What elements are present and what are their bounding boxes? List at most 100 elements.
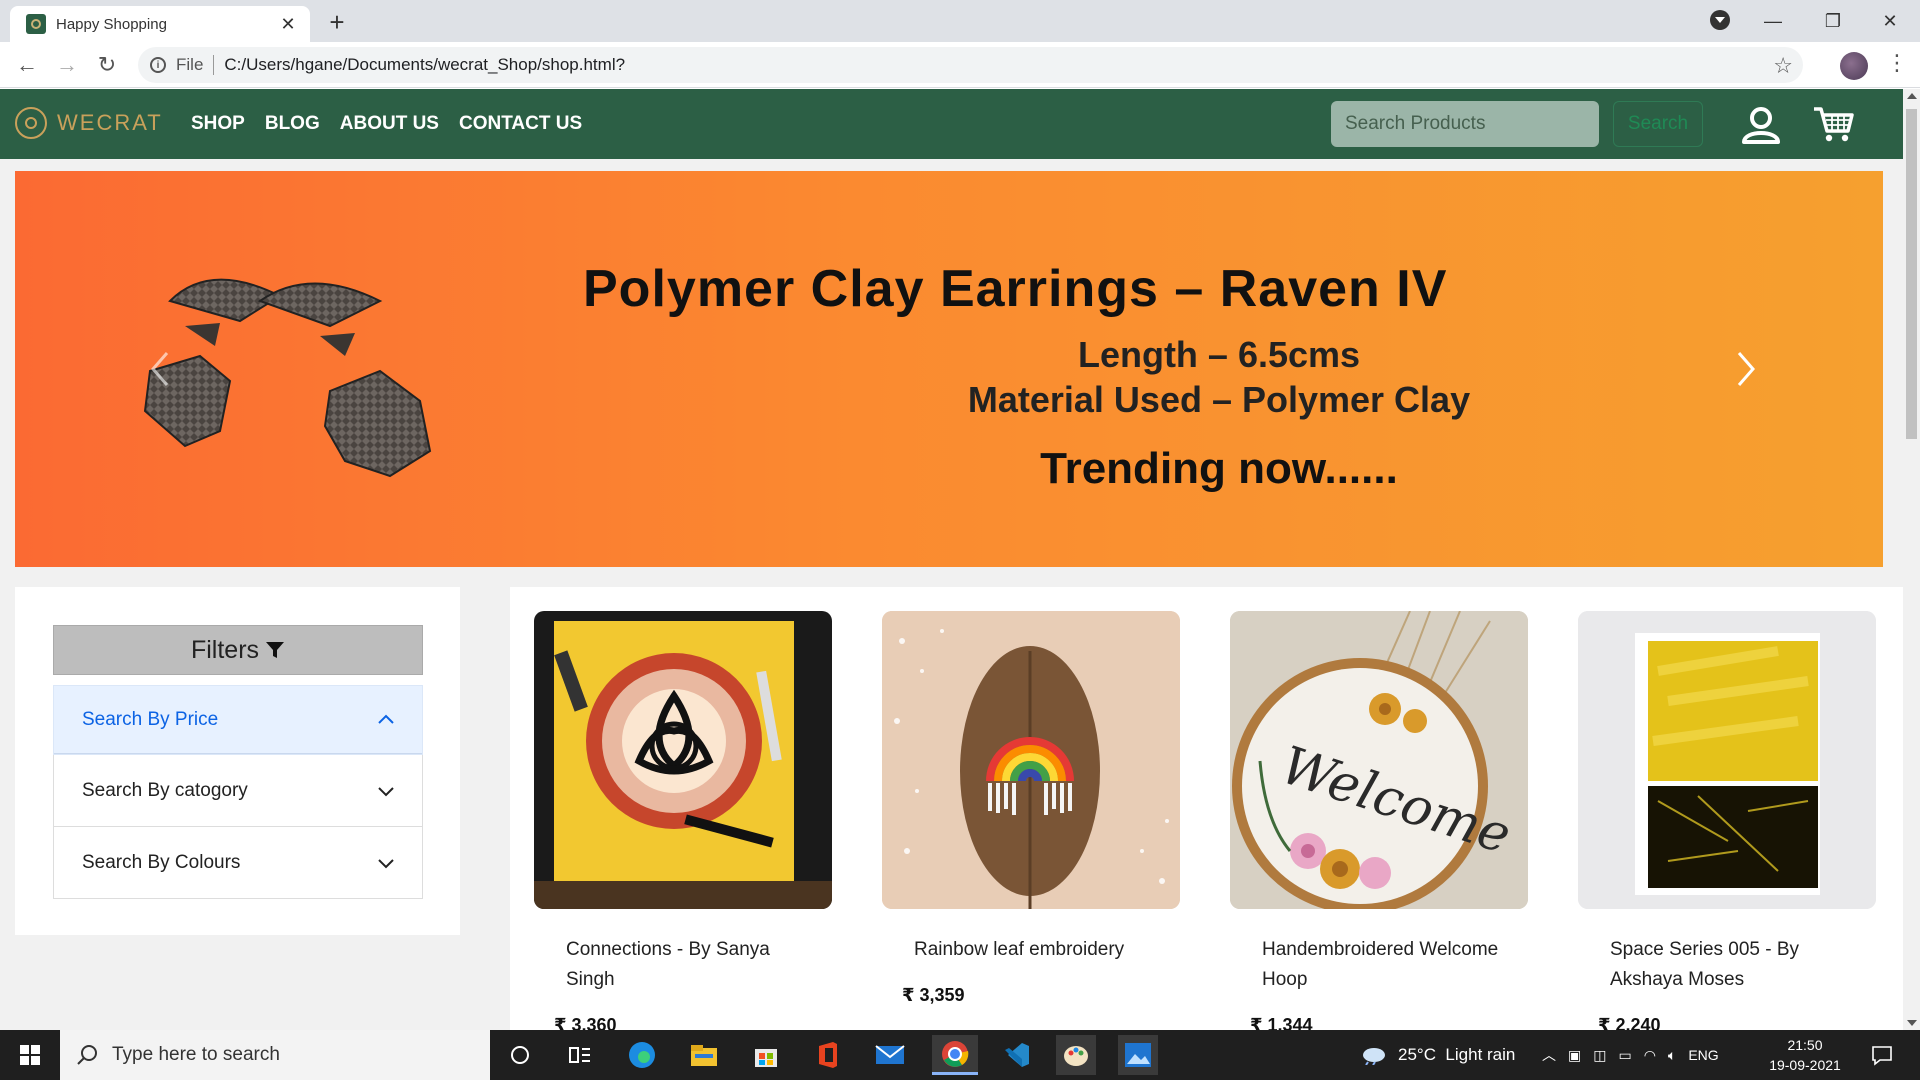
scroll-thumb[interactable] [1906, 109, 1917, 439]
browser-toolbar: ← → ↻ i File C:/Users/hgane/Documents/we… [0, 42, 1920, 88]
product-name[interactable]: Space Series 005 - By Akshaya Moses [1578, 935, 1876, 995]
weather-widget[interactable]: 25°C Light rain [1360, 1030, 1515, 1080]
action-center-icon[interactable] [1862, 1035, 1902, 1075]
window-close-icon[interactable]: ✕ [1862, 0, 1918, 42]
file-explorer-icon[interactable] [684, 1035, 724, 1075]
user-account-icon[interactable] [1741, 106, 1781, 144]
carousel-next-icon[interactable] [1731, 349, 1761, 389]
start-button[interactable] [0, 1030, 60, 1080]
scroll-up-icon[interactable] [1907, 93, 1917, 99]
chevron-down-icon [378, 786, 394, 796]
nav-blog[interactable]: BLOG [265, 113, 320, 135]
paint-icon[interactable] [1056, 1035, 1096, 1075]
tab-search-icon[interactable] [1710, 10, 1730, 30]
product-name[interactable]: Handembroidered Welcome Hoop [1230, 935, 1528, 995]
reload-icon[interactable]: ↻ [92, 50, 122, 80]
product-card[interactable]: Rainbow leaf embroidery ₹ 3,359 [882, 611, 1180, 1006]
search-icon [77, 1045, 97, 1065]
browser-menu-icon[interactable]: ⋮ [1886, 50, 1908, 76]
meet-now-icon[interactable]: ▣ [1568, 1047, 1581, 1064]
product-image[interactable] [882, 611, 1180, 909]
task-view-icon[interactable] [560, 1035, 600, 1075]
filters-title: Filters [190, 635, 260, 664]
back-icon[interactable]: ← [12, 50, 42, 80]
cortana-icon[interactable] [500, 1035, 540, 1075]
wifi-icon[interactable]: ◠ [1644, 1047, 1656, 1064]
nav-contact-us[interactable]: CONTACT US [459, 113, 582, 135]
vscode-icon[interactable] [996, 1035, 1036, 1075]
profile-avatar[interactable] [1840, 52, 1868, 80]
clock-time: 21:50 [1787, 1037, 1823, 1053]
nav-about-us[interactable]: ABOUT US [340, 113, 439, 135]
url-scheme: File [176, 55, 204, 74]
product-name[interactable]: Rainbow leaf embroidery [882, 935, 1180, 965]
volume-icon[interactable]: 🔈︎ [1668, 1047, 1676, 1064]
filter-colours-accordion[interactable]: Search By Colours [53, 827, 423, 899]
hero-carousel: Polymer Clay Earrings – Raven IV Length … [0, 159, 1903, 567]
windows-logo-icon [20, 1045, 40, 1065]
url-separator [213, 55, 215, 75]
banner-length: Length – 6.5cms [1077, 334, 1361, 375]
bookmark-star-icon[interactable]: ☆ [1773, 53, 1793, 79]
product-grid: Connections - By Sanya Singh ₹ 3,360 Rai… [510, 587, 1903, 1030]
notification-tray-icon[interactable]: ◫ [1593, 1047, 1606, 1064]
address-bar[interactable]: i File C:/Users/hgane/Documents/wecrat_S… [138, 47, 1803, 83]
store-icon[interactable] [746, 1035, 786, 1075]
windows-taskbar: Type here to search 25°C Light rain ︿ ▣ … [0, 1030, 1920, 1080]
product-name[interactable]: Connections - By Sanya Singh [534, 935, 832, 995]
carousel-prev-icon[interactable] [145, 349, 175, 389]
logo-text: WECRAT [57, 110, 163, 135]
filter-colours-label: Search By Colours [82, 851, 241, 873]
main-nav: SHOP BLOG ABOUT US CONTACT US [191, 113, 582, 135]
tray-expand-icon[interactable]: ︿ [1542, 1045, 1556, 1065]
product-price: ₹ 2,240 [1598, 1015, 1661, 1030]
url-text[interactable]: C:/Users/hgane/Documents/wecrat_Shop/sho… [224, 55, 625, 75]
office-icon[interactable] [808, 1035, 848, 1075]
taskbar-clock[interactable]: 21:50 19-09-2021 [1760, 1035, 1850, 1075]
scroll-down-icon[interactable] [1907, 1020, 1917, 1026]
product-card[interactable]: Space Series 005 - By Akshaya Moses ₹ 2,… [1578, 611, 1876, 1030]
shopping-cart-icon[interactable] [1812, 103, 1854, 145]
product-card[interactable]: Connections - By Sanya Singh ₹ 3,360 [534, 611, 832, 1030]
new-tab-button[interactable]: + [322, 7, 352, 37]
banner-material: Material Used – Polymer Clay [967, 379, 1471, 420]
product-image[interactable] [534, 611, 832, 909]
cloud-rain-icon [1363, 1048, 1385, 1065]
forward-icon[interactable]: → [52, 50, 82, 80]
battery-icon[interactable]: ▭ [1618, 1047, 1631, 1064]
nav-shop[interactable]: SHOP [191, 113, 245, 135]
system-tray: ︿ ▣ ◫ ▭ ◠ 🔈︎ ENG [1542, 1030, 1719, 1080]
product-price: ₹ 1,344 [1250, 1015, 1313, 1030]
minimize-icon[interactable]: — [1745, 0, 1801, 42]
page-scrollbar[interactable] [1903, 89, 1920, 1030]
search-button[interactable]: Search [1613, 101, 1703, 147]
product-image[interactable] [1578, 611, 1876, 909]
page-viewport: WECRAT SHOP BLOG ABOUT US CONTACT US Sea… [0, 89, 1903, 1030]
search-input[interactable] [1331, 101, 1599, 147]
photos-icon[interactable] [1118, 1035, 1158, 1075]
product-image[interactable]: Welcome [1230, 611, 1528, 909]
product-price: ₹ 3,360 [554, 1015, 617, 1030]
site-logo[interactable]: WECRAT [15, 107, 163, 139]
browser-tab-strip: Happy Shopping ✕ + — ❐ ✕ [0, 0, 1920, 42]
product-card[interactable]: Welcome Handembroidered Welcome Hoop ₹ 1… [1230, 611, 1528, 1030]
chrome-icon[interactable] [932, 1035, 978, 1075]
browser-tab[interactable]: Happy Shopping ✕ [10, 6, 310, 42]
filters-panel: Filters Search By Price Search By catogo… [15, 587, 460, 935]
site-favicon-icon [26, 14, 46, 34]
site-header: WECRAT SHOP BLOG ABOUT US CONTACT US Sea… [0, 89, 1903, 159]
edge-icon[interactable] [622, 1035, 662, 1075]
banner-title: Polymer Clay Earrings – Raven IV [583, 260, 1448, 318]
filter-price-accordion[interactable]: Search By Price [53, 685, 423, 755]
tab-title: Happy Shopping [56, 15, 167, 33]
filter-category-accordion[interactable]: Search By catogory [53, 755, 423, 827]
language-indicator[interactable]: ENG [1688, 1047, 1718, 1063]
mail-icon[interactable] [870, 1035, 910, 1075]
chevron-down-icon [378, 858, 394, 868]
restore-icon[interactable]: ❐ [1805, 0, 1861, 42]
info-icon[interactable]: i [150, 57, 166, 73]
taskbar-search-placeholder: Type here to search [112, 1044, 280, 1065]
taskbar-search-box[interactable]: Type here to search [60, 1030, 490, 1080]
tab-close-icon[interactable]: ✕ [278, 14, 298, 35]
carousel-slide: Polymer Clay Earrings – Raven IV Length … [15, 171, 1883, 567]
